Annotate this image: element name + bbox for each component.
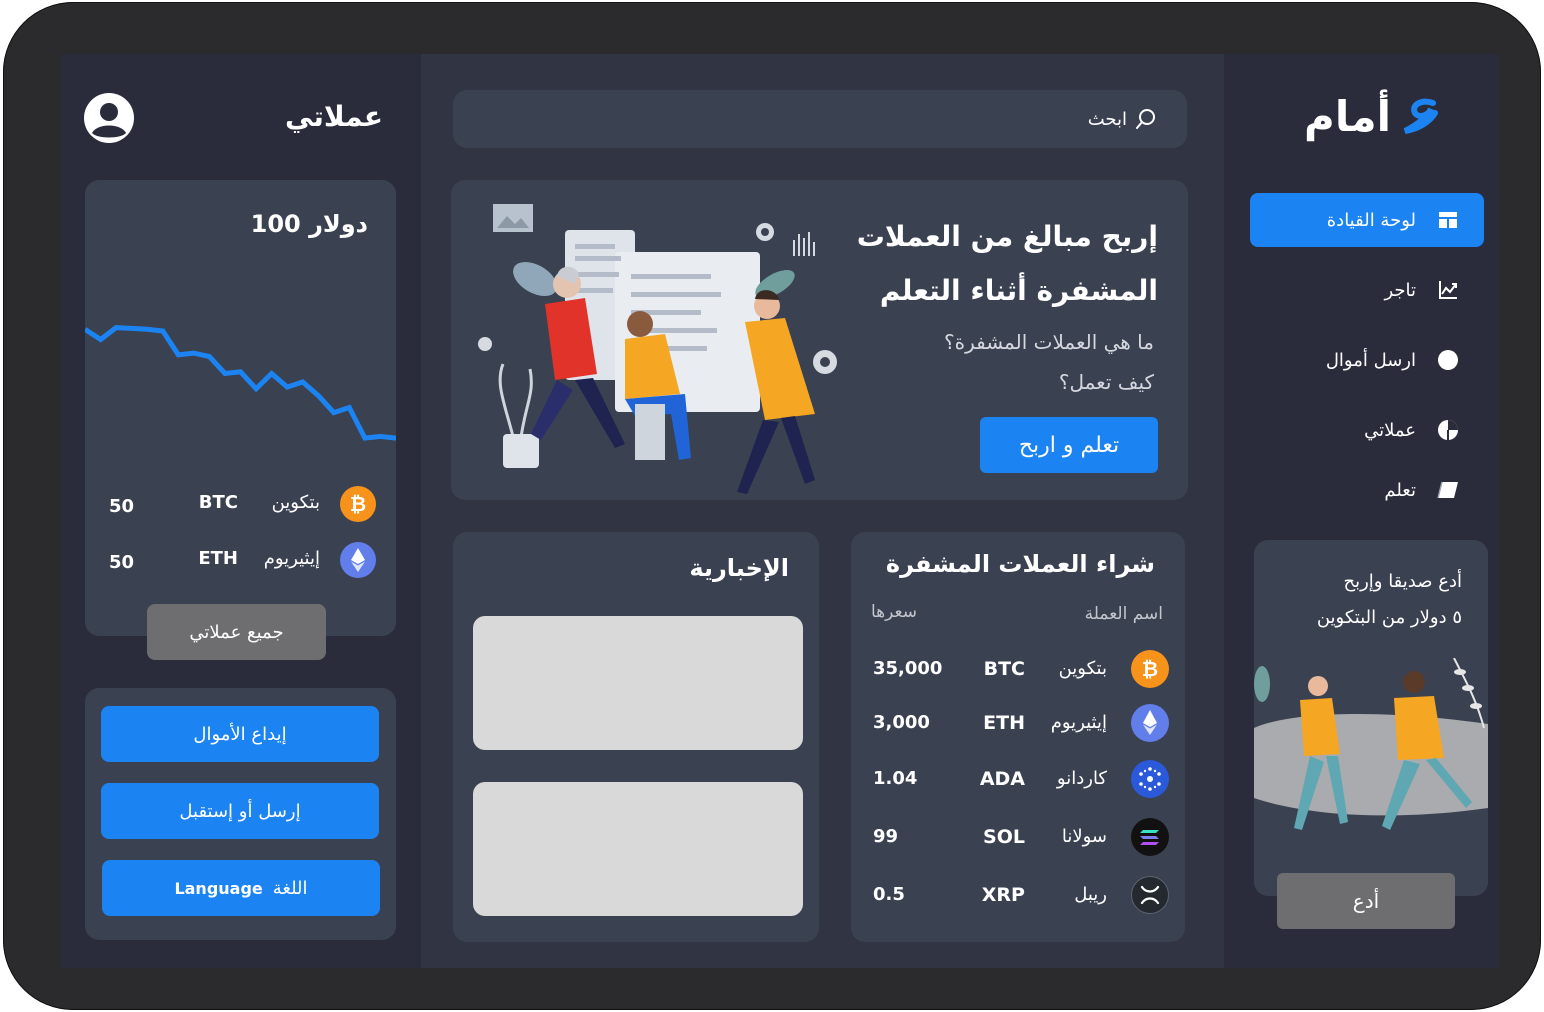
market-coin-price: 0.5 (873, 884, 905, 905)
holding-name: بتكوين (271, 492, 320, 513)
svg-text:₿: ₿ (350, 492, 366, 516)
market-coin-symbol: ETH (983, 712, 1025, 734)
brand-name: أمام (1304, 92, 1391, 141)
logo-icon (1403, 98, 1438, 134)
holding-symbol: ETH (198, 548, 238, 569)
language-button[interactable]: Language اللغة (102, 860, 380, 916)
holding-amount: 50 (109, 552, 135, 573)
news-card: الإخبارية (453, 532, 819, 942)
sidebar-item-label: تعلم (1384, 479, 1416, 501)
brand-logo[interactable]: أمام (1304, 92, 1441, 141)
invite-card: أدع صديقا وإربح ٥ دولار من البتكوين (1254, 540, 1488, 896)
promo-card: إربح مبالغ من العملات المشفرة أثناء التع… (451, 180, 1188, 500)
balance-trend-line (85, 325, 396, 441)
sidebar-item-my-coins[interactable]: عملاتي (1250, 403, 1484, 457)
trade-icon (1439, 281, 1457, 299)
market-row[interactable]: سولانا SOL 99 (851, 816, 1185, 858)
market-coin-symbol: XRP (981, 884, 1025, 906)
market-coin-price: 35,000 (873, 658, 943, 679)
holding-name: إيثيريوم (263, 548, 320, 569)
ethereum-icon (340, 542, 376, 578)
sidebar-item-trade[interactable]: تاجر (1250, 263, 1484, 317)
sidebar-item-send-money[interactable]: ارسل أموال (1250, 333, 1484, 387)
market-coin-name: ريبل (1074, 884, 1107, 905)
market-coin-price: 99 (873, 826, 899, 847)
friends-walking-illustration (1254, 658, 1488, 830)
device-frame: عملاتي 100 دولار ₿ بتكوين BTC 50 إيثيريو… (3, 2, 1541, 1010)
bitcoin-icon: ₿ (340, 486, 376, 522)
market-column-price: سعرها (871, 602, 917, 622)
solana-icon (1131, 818, 1169, 856)
market-row[interactable]: إيثيريوم ETH 3,000 (851, 702, 1185, 744)
balance-card: 100 دولار ₿ بتكوين BTC 50 إيثيريوم ETH 5… (85, 180, 396, 636)
market-row[interactable]: كاردانو ADA 1.04 (851, 758, 1185, 800)
market-coin-name: بتكوين (1058, 658, 1107, 679)
svg-text:₿: ₿ (1142, 657, 1158, 681)
search-icon[interactable] (1135, 108, 1157, 130)
market-coin-symbol: ADA (979, 768, 1025, 790)
market-coin-name: إيثيريوم (1050, 712, 1107, 733)
all-coins-button[interactable]: جميع عملاتي (147, 604, 326, 660)
news-item[interactable] (473, 782, 803, 916)
deposit-button[interactable]: إيداع الأموال (101, 706, 379, 762)
promo-subtitle: ما هي العملات المشفرة؟ كيف تعمل؟ (814, 322, 1154, 402)
promo-subtitle-line: كيف تعمل؟ (1058, 370, 1154, 394)
ethereum-icon (1131, 704, 1169, 742)
market-card: شراء العملات المشفرة اسم العملة سعرها ₿ … (851, 532, 1185, 942)
promo-title-line: إربح مبالغ من العملات (856, 220, 1158, 253)
actions-card: إيداع الأموال إرسل أو إستقبل Language ال… (85, 688, 396, 940)
market-coin-price: 3,000 (873, 712, 930, 733)
balance-amount: 100 دولار (250, 210, 368, 238)
holding-row[interactable]: ₿ بتكوين BTC 50 (85, 484, 396, 524)
balance-trend-chart (85, 325, 396, 441)
cardano-icon (1131, 760, 1169, 798)
language-label-en: Language (174, 878, 263, 898)
promo-title-line: المشفرة أثناء التعلم (879, 274, 1158, 307)
market-coin-price: 1.04 (873, 768, 918, 789)
sidebar-item-label: لوحة القيادة (1326, 209, 1416, 231)
dashboard-icon (1439, 212, 1457, 228)
promo-title: إربح مبالغ من العملات المشفرة أثناء التع… (828, 210, 1158, 318)
sidebar-item-dashboard[interactable]: لوحة القيادة (1250, 193, 1484, 247)
holding-symbol: BTC (198, 492, 238, 513)
main-content: إربح مبالغ من العملات المشفرة أثناء التع… (421, 54, 1224, 968)
market-coin-symbol: SOL (983, 826, 1025, 848)
wallet-title: عملاتي (285, 100, 383, 133)
sidebar-item-learn[interactable]: تعلم (1250, 463, 1484, 517)
holding-amount: 50 (109, 496, 135, 517)
invite-line: أدع صديقا وإربح (1343, 571, 1462, 592)
circle-icon (1438, 350, 1458, 370)
market-row[interactable]: ₿ بتكوين BTC 35,000 (851, 648, 1185, 690)
app-screen: عملاتي 100 دولار ₿ بتكوين BTC 50 إيثيريو… (61, 54, 1499, 968)
promo-subtitle-line: ما هي العملات المشفرة؟ (943, 330, 1154, 354)
learn-earn-button[interactable]: تعلم و اربح (980, 417, 1158, 473)
invite-button[interactable]: أدع (1277, 873, 1455, 929)
sidebar: أمام لوحة القيادة تاجر ارسل أموال عملاتي… (1224, 54, 1499, 968)
user-avatar-icon[interactable] (83, 92, 135, 144)
team-illustration (478, 204, 837, 494)
language-label-ar: اللغة (272, 877, 308, 899)
market-row[interactable]: ريبل XRP 0.5 (851, 874, 1185, 916)
pie-chart-icon (1438, 420, 1458, 440)
invite-line: ٥ دولار من البتكوين (1316, 607, 1462, 628)
news-title: الإخبارية (689, 554, 789, 582)
news-item[interactable] (473, 616, 803, 750)
holding-row[interactable]: إيثيريوم ETH 50 (85, 540, 396, 580)
market-coin-symbol: BTC (983, 658, 1025, 680)
search-input[interactable] (527, 90, 1127, 148)
sidebar-item-label: ارسل أموال (1325, 349, 1416, 371)
wallet-panel: عملاتي 100 دولار ₿ بتكوين BTC 50 إيثيريو… (61, 54, 421, 968)
send-receive-button[interactable]: إرسل أو إستقبل (101, 783, 379, 839)
market-coin-name: سولانا (1061, 826, 1107, 847)
search-bar (453, 90, 1187, 148)
market-column-name: اسم العملة (1084, 604, 1163, 624)
sidebar-item-label: عملاتي (1364, 419, 1416, 441)
market-title: شراء العملات المشفرة (885, 550, 1155, 578)
bitcoin-icon: ₿ (1131, 650, 1169, 688)
invite-text: أدع صديقا وإربح ٥ دولار من البتكوين (1272, 564, 1462, 636)
sidebar-item-label: تاجر (1384, 279, 1416, 301)
book-icon (1437, 481, 1458, 499)
xrp-icon (1131, 876, 1169, 914)
market-coin-name: كاردانو (1056, 768, 1107, 789)
